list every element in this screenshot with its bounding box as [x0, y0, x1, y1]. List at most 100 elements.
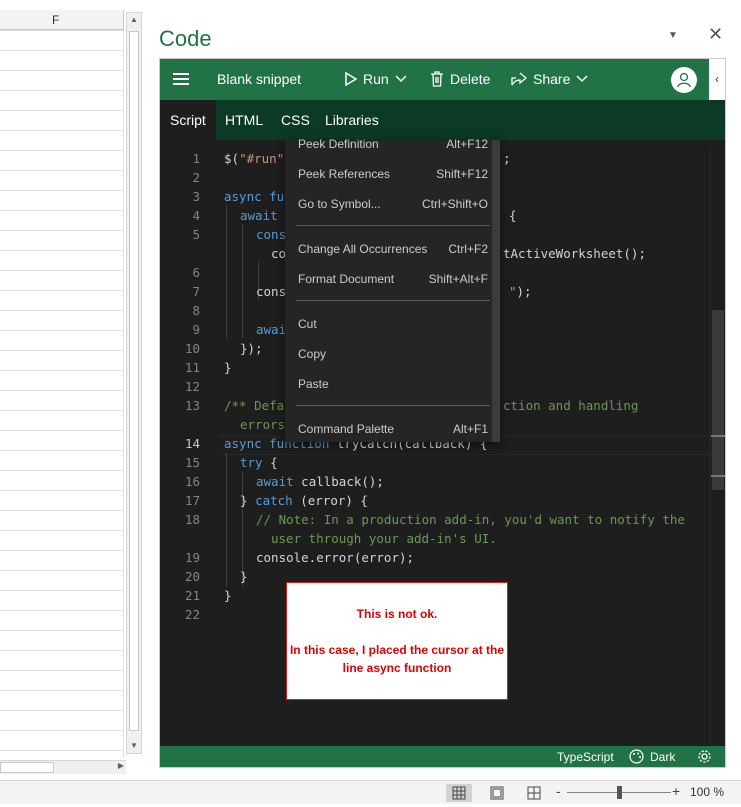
line-number: 18: [184, 512, 200, 527]
line-number: 5: [192, 227, 200, 242]
menu-item-peek-definition[interactable]: Peek Definition Alt+F12: [298, 134, 488, 154]
menu-separator: [296, 225, 490, 226]
code-line: });: [240, 341, 263, 356]
menu-item-format-document[interactable]: Format Document Shift+Alt+F: [298, 269, 488, 289]
menu-item-go-to-symbol[interactable]: Go to Symbol... Ctrl+Shift+O: [298, 194, 488, 214]
excel-status-bar: - + 100 %: [0, 780, 741, 804]
vertical-scrollbar[interactable]: ▲ ▼: [126, 12, 142, 754]
line-number: 17: [184, 493, 200, 508]
menu-item-paste[interactable]: Paste: [298, 374, 488, 394]
zoom-out-button[interactable]: -: [556, 783, 561, 799]
chevron-left-icon[interactable]: ‹: [709, 59, 725, 100]
code-line: // Note: In a production add-in, you'd w…: [256, 512, 685, 527]
code-line: errors: [240, 417, 286, 432]
code-line: ction and handling: [503, 398, 639, 413]
share-icon: [511, 72, 527, 86]
delete-button[interactable]: Delete: [430, 71, 490, 87]
menu-item-command-palette[interactable]: Command Palette Alt+F1: [298, 419, 488, 439]
menu-separator: [296, 300, 490, 301]
play-icon: [345, 72, 357, 86]
delete-label: Delete: [450, 71, 491, 87]
line-number: 14: [184, 436, 200, 451]
close-icon[interactable]: ✕: [708, 24, 723, 45]
editor-status-bar: TypeScript Dark: [160, 746, 725, 767]
tab-html[interactable]: HTML: [215, 100, 273, 140]
line-number: 20: [184, 569, 200, 584]
scroll-up-icon[interactable]: ▲: [127, 13, 141, 27]
line-number: 10: [184, 341, 200, 356]
editor-scroll-thumb[interactable]: [712, 310, 724, 490]
hamburger-icon[interactable]: [173, 73, 189, 85]
code-line: user through your add-in's UI.: [271, 531, 497, 546]
line-number: 7: [192, 284, 200, 299]
normal-view-icon[interactable]: [446, 784, 472, 802]
tab-script[interactable]: Script: [160, 100, 216, 140]
annotation-note: This is not ok. In this case, I placed t…: [286, 582, 508, 700]
addin-header: Blank snippet Run Delete Share ‹: [160, 59, 725, 100]
trash-icon: [431, 71, 443, 87]
chevron-down-icon: [576, 75, 588, 83]
line-number: 4: [192, 208, 200, 223]
scroll-right-icon[interactable]: ▶: [118, 761, 124, 770]
scroll-thumb[interactable]: [129, 31, 139, 731]
scroll-down-icon[interactable]: ▼: [127, 739, 141, 753]
menu-item-cut[interactable]: Cut: [298, 314, 488, 334]
code-line: awai: [256, 322, 287, 337]
zoom-level[interactable]: 100 %: [690, 785, 724, 799]
zoom-slider-thumb[interactable]: [617, 786, 622, 799]
hscroll-thumb[interactable]: [0, 762, 54, 773]
line-number: 3: [192, 189, 200, 204]
code-line: }: [224, 588, 232, 603]
chevron-down-icon[interactable]: ▼: [668, 30, 678, 41]
theme-indicator[interactable]: Dark: [650, 750, 675, 764]
code-line: ");: [509, 284, 532, 299]
share-button[interactable]: Share: [511, 71, 588, 87]
code-line: ;: [503, 151, 511, 166]
snippet-name[interactable]: Blank snippet: [217, 71, 301, 87]
horizontal-scrollbar[interactable]: ▶: [0, 760, 126, 774]
line-number: 19: [184, 550, 200, 565]
line-number: 16: [184, 474, 200, 489]
code-line: {: [509, 208, 517, 223]
share-label: Share: [533, 71, 571, 87]
code-line: cons: [256, 227, 287, 242]
run-button[interactable]: Run: [345, 71, 407, 87]
menu-item-change-all-occurrences[interactable]: Change All Occurrences Ctrl+F2: [298, 239, 488, 259]
palette-icon[interactable]: [629, 749, 644, 764]
menu-scrollbar[interactable]: [492, 140, 500, 442]
settings-icon[interactable]: [697, 749, 712, 764]
zoom-in-button[interactable]: +: [672, 783, 680, 799]
avatar[interactable]: [671, 67, 697, 93]
code-line: } catch (error) {: [240, 493, 368, 508]
line-number: 13: [184, 398, 200, 413]
language-indicator[interactable]: TypeScript: [557, 750, 614, 764]
line-number: 2: [192, 170, 200, 185]
code-line: }: [240, 569, 248, 584]
code-line: tActiveWorksheet();: [503, 246, 646, 261]
spreadsheet-area: F ▲ ▼ ▶: [0, 0, 148, 780]
column-header[interactable]: F: [0, 10, 124, 30]
line-number: 22: [184, 607, 200, 622]
line-number: 8: [192, 303, 200, 318]
column-header-label: F: [52, 13, 60, 27]
cell-grid[interactable]: [0, 30, 124, 758]
code-line: $("#run": [224, 151, 285, 166]
menu-item-copy[interactable]: Copy: [298, 344, 488, 364]
line-number: 21: [184, 588, 200, 603]
chevron-down-icon: [395, 75, 407, 83]
line-number: 6: [192, 265, 200, 280]
context-menu: Peek Definition Alt+F12 Peek References Sh…: [285, 137, 500, 442]
code-line: console.error(error);: [256, 550, 415, 565]
code-line: /** Defa: [224, 398, 285, 413]
page-break-view-icon[interactable]: [521, 784, 547, 802]
line-number: 11: [184, 360, 200, 375]
run-label: Run: [363, 71, 389, 87]
menu-item-peek-references[interactable]: Peek References Shift+F12: [298, 164, 488, 184]
code-line: co: [271, 246, 287, 261]
code-line: try {: [240, 455, 278, 470]
editor-scrollbar[interactable]: [710, 150, 725, 744]
user-icon: [677, 72, 691, 88]
line-number: 12: [184, 379, 200, 394]
line-number: 9: [192, 322, 200, 337]
page-layout-view-icon[interactable]: [484, 784, 510, 802]
